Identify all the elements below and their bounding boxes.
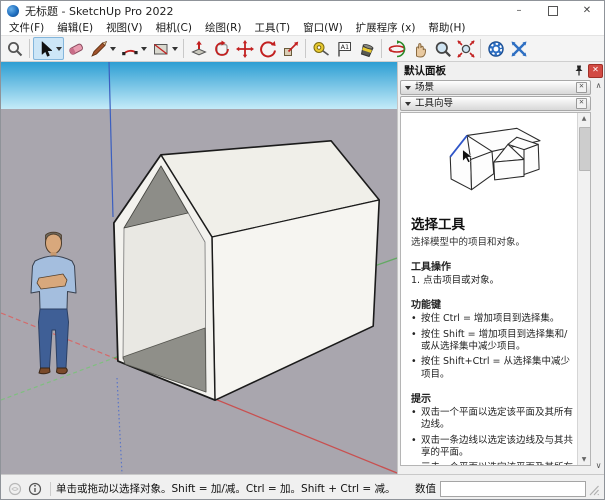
pan-tool[interactable] <box>408 37 431 60</box>
info-icon[interactable] <box>28 482 42 496</box>
toolbar-separator <box>183 39 184 58</box>
offset-tool[interactable] <box>210 37 233 60</box>
default-tray: 默认面板 ✕ 场景 ✕ 工具向导 ✕ <box>397 62 605 474</box>
menu-camera[interactable]: 相机(C) <box>155 20 192 35</box>
chevron-down-icon <box>141 47 147 51</box>
instructor-scrollbar[interactable]: ▲ ▼ <box>577 113 590 465</box>
scroll-down-icon[interactable]: ▼ <box>578 454 590 465</box>
triangle-icon <box>405 102 411 106</box>
menu-file[interactable]: 文件(F) <box>9 20 44 35</box>
section-close-icon[interactable]: ✕ <box>576 82 587 93</box>
menu-edit[interactable]: 编辑(E) <box>57 20 93 35</box>
scrollbar-thumb[interactable] <box>579 127 591 171</box>
modifier-item: •按住 Ctrl = 增加项目到选择集。 <box>411 313 573 325</box>
orbit-tool[interactable] <box>385 37 408 60</box>
zoom-extents-tool[interactable] <box>454 37 477 60</box>
chevron-down-icon <box>56 47 62 51</box>
tray-scroll-rail[interactable]: ∧ ∨ <box>592 79 605 474</box>
toolbar-separator <box>480 39 481 58</box>
pin-icon[interactable] <box>572 64 585 77</box>
paint-bucket-tool[interactable] <box>355 37 378 60</box>
search-tool[interactable] <box>3 37 26 60</box>
menu-tools[interactable]: 工具(T) <box>254 20 290 35</box>
section-close-icon[interactable]: ✕ <box>576 98 587 109</box>
drawing-area[interactable] <box>1 62 397 474</box>
move-tool[interactable] <box>233 37 256 60</box>
scroll-up-icon[interactable]: ▲ <box>578 113 590 124</box>
instructor-intro: 选择模型中的项目和对象。 <box>411 234 573 248</box>
tray-scroll-down-icon[interactable]: ∨ <box>596 461 602 470</box>
menu-window[interactable]: 窗口(W) <box>303 20 343 35</box>
minimize-button[interactable]: – <box>502 1 536 20</box>
triangle-icon <box>405 86 411 90</box>
geolocation-icon[interactable] <box>8 482 22 496</box>
chevron-down-icon <box>172 47 178 51</box>
scale-tool[interactable] <box>279 37 302 60</box>
measurement-input[interactable] <box>440 481 586 497</box>
modifier-title: 功能键 <box>411 296 573 311</box>
push-pull-tool[interactable] <box>187 37 210 60</box>
statusbar: 单击或拖动以选择对象。Shift = 加/减。Ctrl = 加。Shift + … <box>1 474 604 500</box>
maximize-icon <box>548 6 558 16</box>
select-tool[interactable] <box>33 37 64 60</box>
close-button[interactable]: ✕ <box>570 1 604 20</box>
status-hint: 单击或拖动以选择对象。Shift = 加/减。Ctrl = 加。Shift + … <box>56 481 409 496</box>
menu-extensions[interactable]: 扩展程序 (x) <box>356 20 416 35</box>
arc-tool[interactable] <box>118 37 149 60</box>
tray-scroll-up-icon[interactable]: ∧ <box>596 81 602 90</box>
instructor-heading: 选择工具 <box>411 213 573 233</box>
resize-grip[interactable] <box>588 481 600 497</box>
tips-title: 提示 <box>411 390 573 405</box>
operation-title: 工具操作 <box>411 258 573 273</box>
scrollbar-track[interactable] <box>578 124 590 454</box>
eraser-tool[interactable] <box>64 37 87 60</box>
instructor-house-illustration <box>438 123 546 203</box>
tray-close-button[interactable]: ✕ <box>588 64 603 78</box>
window-title: 无标题 - SketchUp Pro 2022 <box>25 3 502 19</box>
toolbar-separator <box>29 39 30 58</box>
operation-step: 1. 点击项目或对象。 <box>411 275 573 287</box>
extension-button-1[interactable] <box>484 37 507 60</box>
tip-item: •双击一条边线以选定该边线及与其共享的平面。 <box>411 435 573 460</box>
line-tool[interactable] <box>87 37 118 60</box>
statusbar-separator <box>50 482 51 496</box>
menu-view[interactable]: 视图(V) <box>106 20 142 35</box>
tip-item: •双击一个平面以选定该平面及其所有边线。 <box>411 407 573 432</box>
instructor-panel: 选择工具 选择模型中的项目和对象。 工具操作 1. 点击项目或对象。 功能键 •… <box>400 112 591 466</box>
menu-help[interactable]: 帮助(H) <box>428 20 465 35</box>
modifier-item: •按住 Shift = 增加项目到选择集和/或从选择集中减少项目。 <box>411 329 573 354</box>
toolbar-separator <box>381 39 382 58</box>
section-instructor[interactable]: 工具向导 ✕ <box>400 96 591 111</box>
select-arrow-icon <box>36 40 54 58</box>
titlebar: 无标题 - SketchUp Pro 2022 – ✕ <box>1 1 604 20</box>
instructor-content: 选择工具 选择模型中的项目和对象。 工具操作 1. 点击项目或对象。 功能键 •… <box>401 113 577 465</box>
menubar: 文件(F) 编辑(E) 视图(V) 相机(C) 绘图(R) 工具(T) 窗口(W… <box>1 20 604 36</box>
chevron-down-icon <box>110 47 116 51</box>
toolbar-separator <box>305 39 306 58</box>
tip-item: •三击一个平面以选定该平面及其所有相连的图元。 <box>411 462 573 465</box>
sky <box>1 62 397 109</box>
measurement-label: 数值 <box>415 481 436 496</box>
menu-draw[interactable]: 绘图(R) <box>205 20 242 35</box>
modifier-item: •按住 Shift+Ctrl = 从选择集中减少项目。 <box>411 356 573 381</box>
sketchup-logo-icon <box>7 5 19 17</box>
toolbar: A1 <box>1 36 604 62</box>
tape-measure-tool[interactable] <box>309 37 332 60</box>
rotate-tool[interactable] <box>256 37 279 60</box>
maximize-button[interactable] <box>536 1 570 20</box>
extension-button-2[interactable] <box>507 37 530 60</box>
sketchup-window: 无标题 - SketchUp Pro 2022 – ✕ 文件(F) 编辑(E) … <box>0 0 605 500</box>
svg-text:A1: A1 <box>340 43 349 51</box>
section-scenes[interactable]: 场景 ✕ <box>400 80 591 95</box>
tray-title: 默认面板 <box>404 63 572 78</box>
zoom-tool[interactable] <box>431 37 454 60</box>
tray-header: 默认面板 ✕ <box>398 62 605 79</box>
rectangle-tool[interactable] <box>149 37 180 60</box>
text-tool[interactable]: A1 <box>332 37 355 60</box>
